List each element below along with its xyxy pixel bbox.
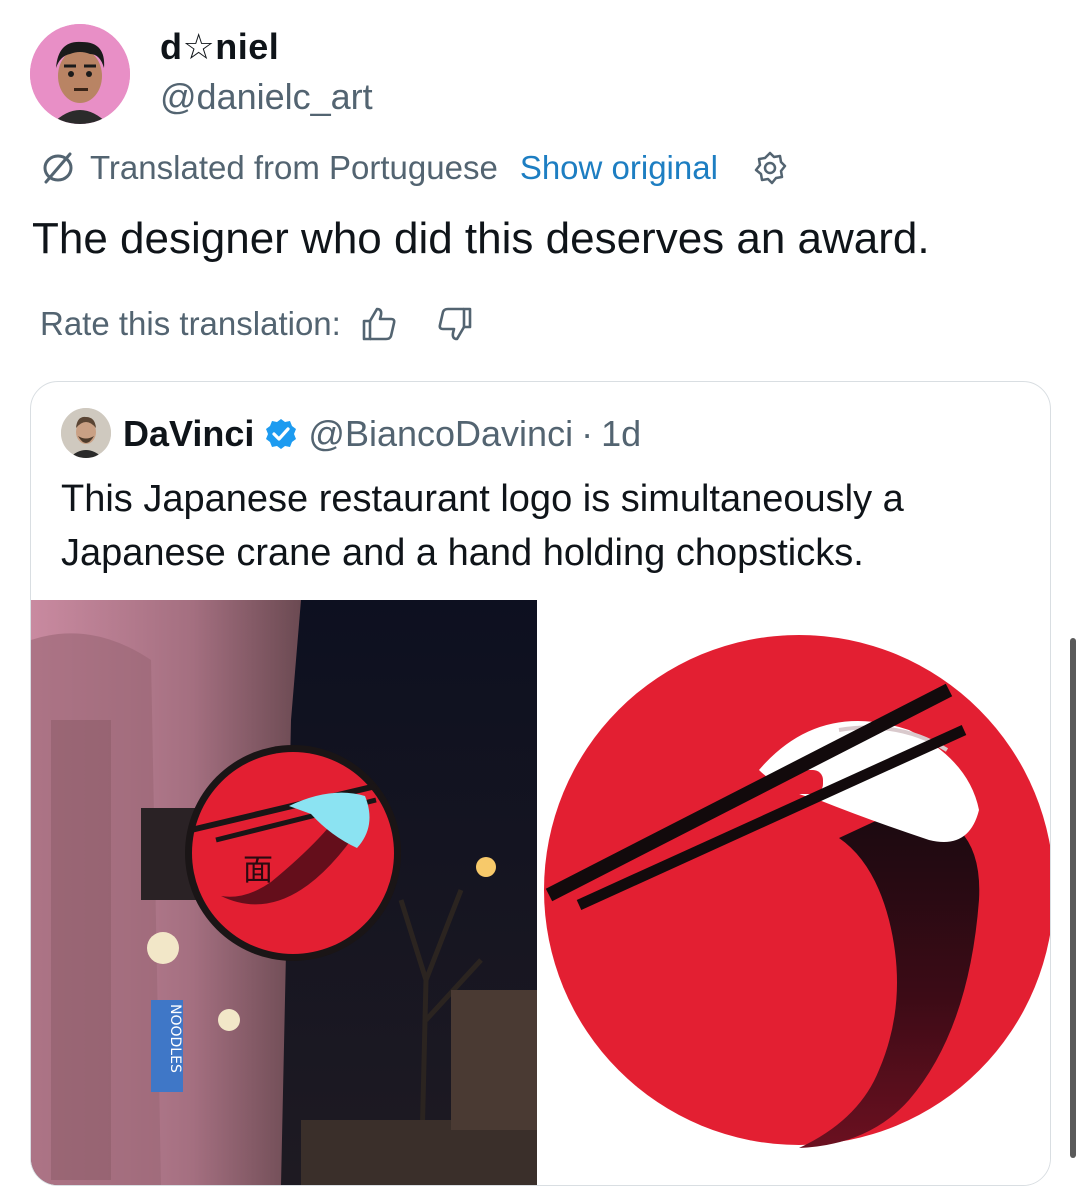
rate-translation-label: Rate this translation: [40, 305, 341, 342]
storefront-photo[interactable]: 面 NOODLES [31, 600, 537, 1185]
rate-translation-row: Rate this translation: [40, 302, 475, 346]
quote-header: DaVinci @BiancoDavinci · 1d [123, 410, 641, 458]
quote-author-name[interactable]: DaVinci [123, 413, 254, 455]
quote-separator: · [581, 413, 594, 454]
storefront-sign-text: 面 [243, 853, 273, 888]
verified-badge-icon [266, 419, 297, 449]
storefront-photo-image: 面 NOODLES [31, 600, 537, 1185]
quoted-tweet-card[interactable]: DaVinci @BiancoDavinci · 1d This Japanes… [30, 381, 1051, 1186]
thumbs-down-icon[interactable] [435, 304, 475, 344]
tweet-text: The designer who did this deserves an aw… [32, 214, 930, 263]
translation-notice-row: Translated from Portuguese Show original [40, 146, 788, 190]
translate-icon [43, 152, 73, 184]
storefront-banner-text: NOODLES [167, 1004, 183, 1073]
quote-author-avatar[interactable] [61, 408, 111, 458]
quote-text: This Japanese restaurant logo is simulta… [61, 478, 904, 574]
scrollbar[interactable] [1070, 638, 1076, 1158]
quote-author-handle[interactable]: @BiancoDavinci [308, 413, 573, 455]
quote-avatar-portrait [61, 408, 111, 458]
avatar-illustration [30, 24, 130, 124]
author-handle[interactable]: @danielc_art [160, 76, 373, 118]
translation-notice-text: Translated from Portuguese [90, 149, 498, 186]
thumbs-up-icon[interactable] [359, 304, 399, 344]
show-original-link[interactable]: Show original [520, 149, 718, 187]
quote-timestamp[interactable]: 1d [601, 413, 641, 455]
restaurant-logo-image [544, 635, 1050, 1148]
logo-illustration[interactable] [539, 600, 1050, 1185]
author-display-name[interactable]: d☆niel [160, 26, 279, 68]
author-avatar[interactable] [30, 24, 130, 124]
settings-icon[interactable] [752, 150, 788, 186]
